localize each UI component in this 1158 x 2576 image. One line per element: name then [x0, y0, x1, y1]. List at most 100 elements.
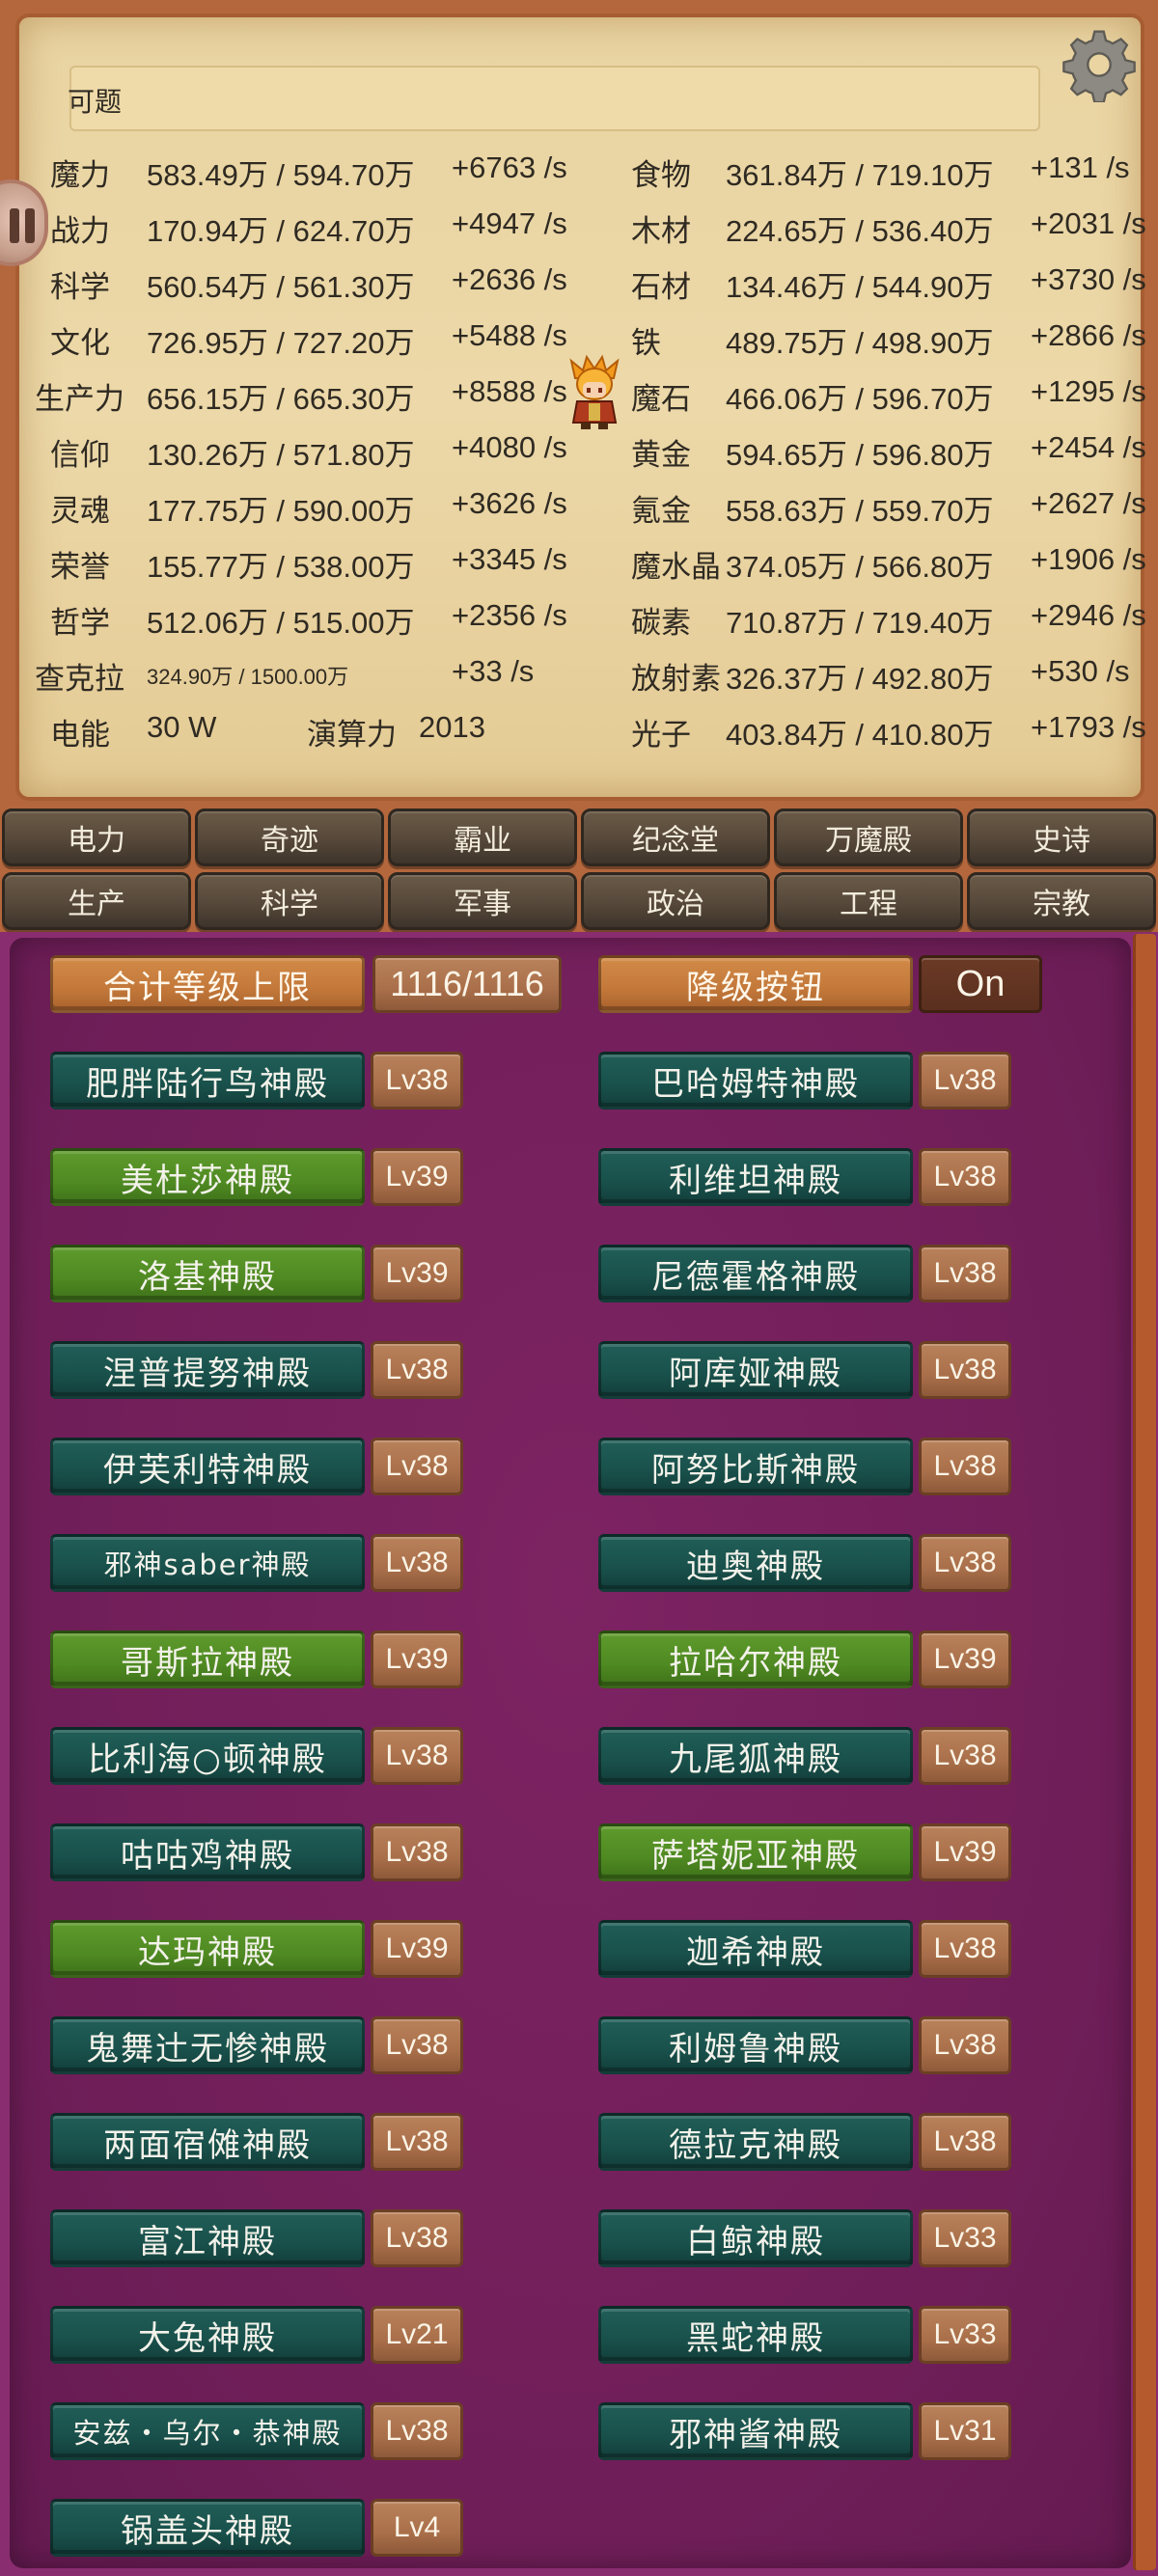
temple-button[interactable]: 邪神酱神殿 — [598, 2402, 913, 2460]
temple-button[interactable]: 大兔神殿 — [50, 2306, 365, 2364]
temple-button[interactable]: 利维坦神殿 — [598, 1148, 913, 1206]
temple-button[interactable]: 咕咕鸡神殿 — [50, 1823, 365, 1881]
temple-button[interactable]: 美杜莎神殿 — [50, 1148, 365, 1206]
temple-level: Lv38 — [919, 2016, 1011, 2074]
tab-row2-0[interactable]: 生产 — [2, 872, 191, 930]
temple-button[interactable]: 洛基神殿 — [50, 1245, 365, 1302]
resource-name: 黄金 — [631, 438, 691, 472]
temple-level: Lv39 — [919, 1823, 1011, 1881]
resource-name: 荣誉 — [50, 550, 110, 584]
resource-rate: +2946 /s — [1031, 598, 1146, 632]
resource-rate: +33 /s — [452, 654, 535, 688]
gear-icon[interactable] — [1062, 27, 1137, 102]
temple-level: Lv31 — [919, 2402, 1011, 2460]
tab-row1-1[interactable]: 奇迹 — [195, 808, 384, 866]
temple-button[interactable]: 锅盖头神殿 — [50, 2499, 365, 2557]
temple-level: Lv38 — [371, 2209, 463, 2267]
tab-row2-2[interactable]: 军事 — [388, 872, 577, 930]
temple-button[interactable]: 白鲸神殿 — [598, 2209, 913, 2267]
downgrade-button[interactable]: 降级按钮 — [598, 955, 913, 1013]
temple-button[interactable]: 迪奥神殿 — [598, 1534, 913, 1592]
temple-button[interactable]: 黑蛇神殿 — [598, 2306, 913, 2364]
resource-rate: +3730 /s — [1031, 262, 1146, 296]
temple-button[interactable]: 德拉克神殿 — [598, 2113, 913, 2171]
resource-row: 战力 170.94万 / 624.70万 +4947 /s 木材 224.65万 / 5… — [0, 201, 1158, 248]
resource-name: 氪金 — [631, 494, 691, 528]
resource-name: 灵魂 — [50, 494, 110, 528]
question-box[interactable] — [69, 66, 1040, 131]
temple-button[interactable]: 九尾狐神殿 — [598, 1727, 913, 1785]
tab-row1-3[interactable]: 纪念堂 — [581, 808, 770, 866]
temple-button[interactable]: 哥斯拉神殿 — [50, 1631, 365, 1688]
temple-button[interactable]: 富江神殿 — [50, 2209, 365, 2267]
resource-value: 489.75万 / 498.90万 — [726, 326, 994, 360]
resource-row: 魔力 583.49万 / 594.70万 +6763 /s 食物 361.84万 / 7… — [0, 145, 1158, 192]
temple-button[interactable]: 萨塔妮亚神殿 — [598, 1823, 913, 1881]
temple-button[interactable]: 比利海○顿神殿 — [50, 1727, 365, 1785]
resource-value: 558.63万 / 559.70万 — [726, 494, 994, 528]
tab-row1-4[interactable]: 万魔殿 — [774, 808, 963, 866]
temple-level: Lv33 — [919, 2306, 1011, 2364]
resource-rate: +3345 /s — [452, 542, 567, 576]
temple-button[interactable]: 巴哈姆特神殿 — [598, 1052, 913, 1110]
resource-name: 石材 — [631, 270, 691, 304]
resource-name: 光子 — [631, 718, 691, 752]
temple-button[interactable]: 安兹・乌尔・恭神殿 — [50, 2402, 365, 2460]
tab-row2-1[interactable]: 科学 — [195, 872, 384, 930]
temple-level: Lv38 — [371, 1341, 463, 1399]
temple-level: Lv38 — [371, 1823, 463, 1881]
tab-row2-5[interactable]: 宗教 — [967, 872, 1156, 930]
resource-name: 电能 — [50, 718, 110, 752]
temple-button[interactable]: 尼德霍格神殿 — [598, 1245, 913, 1302]
resource-value: 177.75万 / 590.00万 — [147, 494, 415, 528]
compute-label: 演算力 — [307, 718, 397, 752]
resource-value: 224.65万 / 536.40万 — [726, 214, 994, 248]
scrollbar[interactable] — [1133, 934, 1156, 2570]
temple-button[interactable]: 涅普提努神殿 — [50, 1341, 365, 1399]
resource-name: 放射素 — [631, 662, 721, 696]
temple-level: Lv39 — [371, 1148, 463, 1206]
resource-rate: +530 /s — [1031, 654, 1130, 688]
resource-row: 文化 726.95万 / 727.20万 +5488 /s 铁 489.75万 / 49… — [0, 313, 1158, 360]
resource-rate: +131 /s — [1031, 151, 1130, 184]
temple-button[interactable]: 两面宿傩神殿 — [50, 2113, 365, 2171]
temple-button[interactable]: 阿库娅神殿 — [598, 1341, 913, 1399]
temple-button[interactable]: 迦希神殿 — [598, 1920, 913, 1978]
resource-value: 374.05万 / 566.80万 — [726, 550, 994, 584]
tab-bar-row2: 生产 科学 军事 政治 工程 宗教 — [0, 872, 1158, 932]
resource-value: 656.15万 / 665.30万 — [147, 382, 415, 416]
resource-value: 710.87万 / 719.40万 — [726, 606, 994, 640]
tab-row1-0[interactable]: 电力 — [2, 808, 191, 866]
temple-button[interactable]: 阿努比斯神殿 — [598, 1438, 913, 1495]
resource-row: 查克拉 324.90万 / 1500.00万 +33 /s 放射素 326.37万 / … — [0, 648, 1158, 696]
resource-name: 查克拉 — [35, 662, 124, 696]
tab-row1-5[interactable]: 史诗 — [967, 808, 1156, 866]
downgrade-toggle[interactable]: On — [919, 955, 1042, 1013]
resource-value: 594.65万 / 596.80万 — [726, 438, 994, 472]
tab-row2-3[interactable]: 政治 — [581, 872, 770, 930]
resource-value: 726.95万 / 727.20万 — [147, 326, 415, 360]
resource-name: 文化 — [50, 326, 110, 360]
tab-row2-4[interactable]: 工程 — [774, 872, 963, 930]
total-level-cap-label: 合计等级上限 — [50, 955, 365, 1013]
resource-rate: +6763 /s — [452, 151, 567, 184]
temple-button[interactable]: 拉哈尔神殿 — [598, 1631, 913, 1688]
temple-button[interactable]: 肥胖陆行鸟神殿 — [50, 1052, 365, 1110]
temple-button[interactable]: 达玛神殿 — [50, 1920, 365, 1978]
temple-button[interactable]: 鬼舞辻无惨神殿 — [50, 2016, 365, 2074]
total-level-cap-value: 1116/1116 — [372, 955, 562, 1013]
resource-value: 466.06万 / 596.70万 — [726, 382, 994, 416]
temple-button[interactable]: 利姆鲁神殿 — [598, 2016, 913, 2074]
resource-name: 魔力 — [50, 158, 110, 192]
resource-row: 灵魂 177.75万 / 590.00万 +3626 /s 氪金 558.63万 / 5… — [0, 480, 1158, 528]
hero-avatar[interactable] — [564, 353, 625, 430]
resource-name: 信仰 — [50, 438, 110, 472]
resource-value: 30 W — [147, 710, 217, 744]
temple-button[interactable]: 伊芙利特神殿 — [50, 1438, 365, 1495]
resource-value: 134.46万 / 544.90万 — [726, 270, 994, 304]
tab-row1-2[interactable]: 霸业 — [388, 808, 577, 866]
resource-rate: +2866 /s — [1031, 318, 1146, 352]
resource-rate: +1295 /s — [1031, 374, 1146, 408]
resource-value: 170.94万 / 624.70万 — [147, 214, 415, 248]
temple-button[interactable]: 邪神saber神殿 — [50, 1534, 365, 1592]
